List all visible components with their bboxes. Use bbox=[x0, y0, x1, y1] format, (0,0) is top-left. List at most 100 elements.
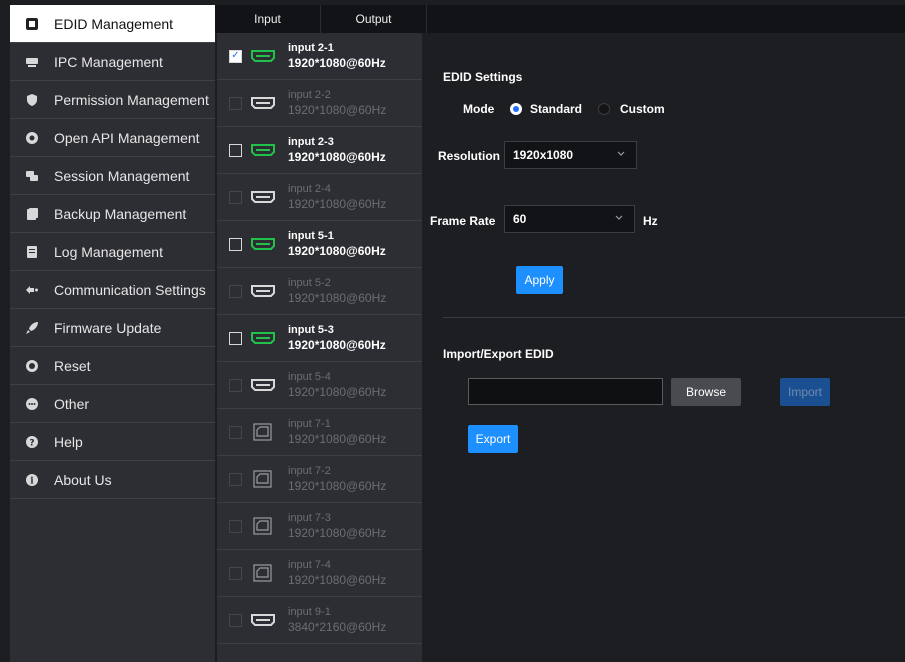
port-checkbox[interactable]: ✓ bbox=[229, 49, 242, 63]
displayport-icon bbox=[250, 517, 276, 535]
sidebar-item-ipc-management[interactable]: IPC Management bbox=[10, 43, 215, 81]
reset-icon bbox=[24, 358, 40, 374]
hdmi-port-icon bbox=[250, 188, 276, 206]
port-text: input 7-3 1920*1080@60Hz bbox=[288, 511, 386, 541]
port-name: input 2-2 bbox=[288, 89, 331, 101]
sidebar-item-about-us[interactable]: i About Us bbox=[10, 461, 215, 499]
framerate-label: Frame Rate bbox=[430, 214, 496, 228]
chevron-down-icon bbox=[615, 215, 623, 220]
port-item[interactable]: input 5-2 1920*1080@60Hz bbox=[217, 268, 422, 315]
port-checkbox bbox=[229, 566, 242, 580]
displayport-icon bbox=[250, 423, 276, 441]
hdmi-port-icon bbox=[250, 94, 276, 112]
port-checkbox[interactable] bbox=[229, 143, 242, 157]
mode-standard-radio[interactable] bbox=[510, 103, 522, 115]
port-item[interactable]: input 9-1 3840*2160@60Hz bbox=[217, 597, 422, 644]
port-resolution: 1920*1080@60Hz bbox=[288, 56, 386, 70]
sidebar-item-label: Permission Management bbox=[54, 91, 209, 108]
port-item[interactable]: input 5-3 1920*1080@60Hz bbox=[217, 315, 422, 362]
sidebar-item-label: Log Management bbox=[54, 243, 163, 260]
port-item[interactable]: input 2-4 1920*1080@60Hz bbox=[217, 174, 422, 221]
sidebar-item-session-management[interactable]: Session Management bbox=[10, 157, 215, 195]
sidebar-item-log-management[interactable]: Log Management bbox=[10, 233, 215, 271]
sidebar-item-permission-management[interactable]: Permission Management bbox=[10, 81, 215, 119]
port-text: input 9-1 3840*2160@60Hz bbox=[288, 605, 386, 635]
sidebar-item-firmware-update[interactable]: Firmware Update bbox=[10, 309, 215, 347]
port-tabs: Input Output bbox=[215, 5, 905, 33]
mode-standard-label[interactable]: Standard bbox=[530, 102, 582, 116]
port-item[interactable]: input 2-2 1920*1080@60Hz bbox=[217, 80, 422, 127]
port-name: input 5-1 bbox=[288, 230, 334, 242]
sidebar-item-reset[interactable]: Reset bbox=[10, 347, 215, 385]
tab-input[interactable]: Input bbox=[215, 5, 321, 33]
port-resolution: 1920*1080@60Hz bbox=[288, 573, 387, 587]
info-icon: i bbox=[24, 472, 40, 488]
port-resolution: 1920*1080@60Hz bbox=[288, 291, 387, 305]
edid-settings-title: EDID Settings bbox=[443, 70, 523, 84]
port-resolution: 1920*1080@60Hz bbox=[288, 479, 387, 493]
sidebar-item-label: Communication Settings bbox=[54, 281, 206, 298]
sidebar: EDID Management IPC Management Permission … bbox=[10, 5, 215, 662]
tab-output[interactable]: Output bbox=[321, 5, 427, 33]
port-item[interactable]: input 2-3 1920*1080@60Hz bbox=[217, 127, 422, 174]
port-item[interactable]: input 7-1 1920*1080@60Hz bbox=[217, 409, 422, 456]
backup-icon bbox=[24, 206, 40, 222]
file-path-input[interactable] bbox=[468, 378, 663, 405]
sidebar-item-open-api-management[interactable]: Open API Management bbox=[10, 119, 215, 157]
edid-panel: EDID Settings Mode Standard Custom Resol… bbox=[423, 33, 905, 662]
port-checkbox bbox=[229, 284, 242, 298]
sidebar-item-other[interactable]: Other bbox=[10, 385, 215, 423]
port-item[interactable]: input 7-2 1920*1080@60Hz bbox=[217, 456, 422, 503]
export-button[interactable]: Export bbox=[468, 425, 518, 453]
browse-button[interactable]: Browse bbox=[671, 378, 741, 406]
port-name: input 7-4 bbox=[288, 559, 331, 571]
port-item[interactable]: input 7-4 1920*1080@60Hz bbox=[217, 550, 422, 597]
port-resolution: 3840*2160@60Hz bbox=[288, 620, 387, 634]
sidebar-item-label: Reset bbox=[54, 357, 91, 374]
port-item[interactable]: input 5-1 1920*1080@60Hz bbox=[217, 221, 422, 268]
port-item[interactable]: ✓ input 2-1 1920*1080@60Hz bbox=[217, 33, 422, 80]
framerate-value: 60 bbox=[513, 212, 527, 226]
edid-icon bbox=[24, 16, 40, 32]
port-name: input 5-3 bbox=[288, 324, 334, 336]
port-name: input 2-4 bbox=[288, 183, 331, 195]
port-resolution: 1920*1080@60Hz bbox=[288, 338, 386, 352]
port-item[interactable]: input 5-4 1920*1080@60Hz bbox=[217, 362, 422, 409]
sidebar-item-label: Session Management bbox=[54, 167, 190, 184]
port-checkbox[interactable] bbox=[229, 331, 242, 345]
port-text: input 5-2 1920*1080@60Hz bbox=[288, 276, 386, 306]
port-text: input 5-3 1920*1080@60Hz bbox=[288, 323, 386, 353]
sidebar-item-communication-settings[interactable]: Communication Settings bbox=[10, 271, 215, 309]
svg-text:?: ? bbox=[29, 438, 34, 448]
sidebar-item-backup-management[interactable]: Backup Management bbox=[10, 195, 215, 233]
sidebar-item-label: Backup Management bbox=[54, 205, 187, 222]
hdmi-port-icon bbox=[250, 141, 276, 159]
ipc-icon bbox=[24, 54, 40, 70]
hdmi-port-icon bbox=[250, 376, 276, 394]
framerate-select[interactable]: 60 bbox=[504, 205, 635, 233]
port-item[interactable]: input 7-3 1920*1080@60Hz bbox=[217, 503, 422, 550]
port-text: input 2-3 1920*1080@60Hz bbox=[288, 135, 386, 165]
port-checkbox bbox=[229, 378, 242, 392]
port-name: input 7-3 bbox=[288, 512, 331, 524]
port-resolution: 1920*1080@60Hz bbox=[288, 244, 386, 258]
sidebar-item-edid-management[interactable]: EDID Management bbox=[10, 5, 215, 43]
port-checkbox bbox=[229, 425, 242, 439]
sidebar-item-label: Open API Management bbox=[54, 129, 200, 146]
sidebar-item-label: IPC Management bbox=[54, 53, 163, 70]
import-button[interactable]: Import bbox=[780, 378, 830, 406]
session-icon bbox=[24, 168, 40, 184]
sidebar-item-help[interactable]: ? Help bbox=[10, 423, 215, 461]
port-text: input 5-4 1920*1080@60Hz bbox=[288, 370, 386, 400]
port-checkbox[interactable] bbox=[229, 237, 242, 251]
port-checkbox bbox=[229, 96, 242, 110]
help-icon: ? bbox=[24, 434, 40, 450]
apply-button[interactable]: Apply bbox=[516, 266, 563, 294]
sidebar-item-label: EDID Management bbox=[54, 15, 174, 32]
resolution-select[interactable]: 1920x1080 bbox=[504, 141, 637, 169]
displayport-icon bbox=[250, 470, 276, 488]
mode-custom-radio[interactable] bbox=[598, 103, 610, 115]
other-icon bbox=[24, 396, 40, 412]
svg-text:i: i bbox=[30, 476, 34, 486]
mode-custom-label[interactable]: Custom bbox=[620, 102, 665, 116]
